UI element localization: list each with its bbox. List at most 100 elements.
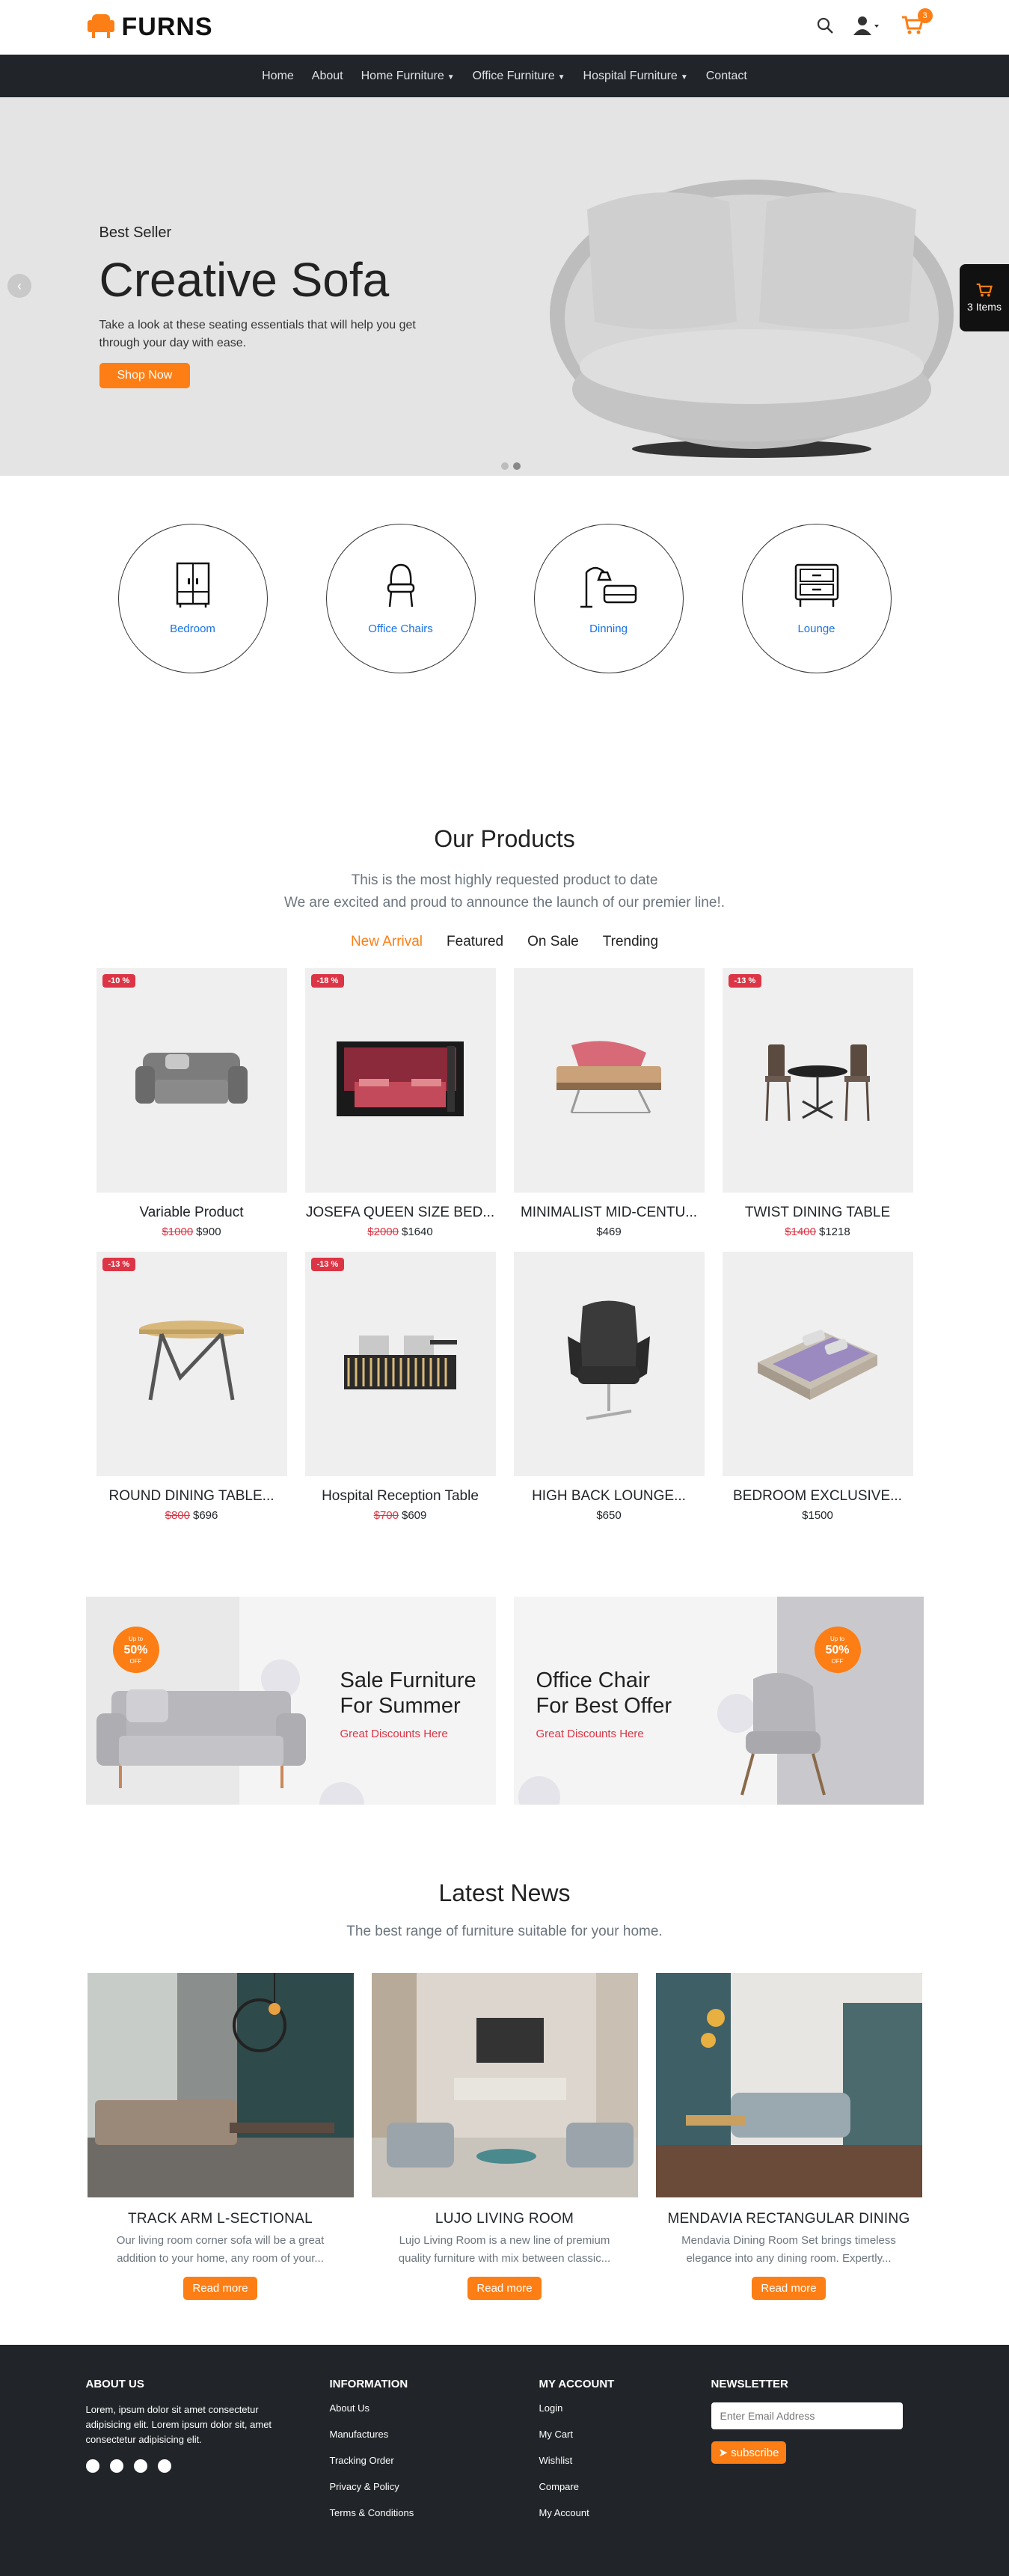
footer-link[interactable]: Privacy & Policy bbox=[330, 2481, 539, 2492]
footer-link[interactable]: Login bbox=[539, 2402, 711, 2414]
product-name[interactable]: JOSEFA QUEEN SIZE BED... bbox=[305, 1205, 496, 1221]
user-dropdown-icon[interactable] bbox=[853, 16, 882, 39]
read-more-button[interactable]: Read more bbox=[467, 2277, 542, 2300]
footer-link[interactable]: Wishlist bbox=[539, 2455, 711, 2466]
newsletter-email-input[interactable] bbox=[711, 2402, 903, 2429]
old-price: $800 bbox=[165, 1509, 190, 1522]
slider-prev-button[interactable]: ‹ bbox=[7, 274, 31, 298]
old-price: $700 bbox=[373, 1509, 399, 1522]
product-name[interactable]: Variable Product bbox=[96, 1205, 287, 1221]
nightstand-icon bbox=[793, 562, 841, 612]
current-price: $1640 bbox=[402, 1226, 433, 1238]
footer-link[interactable]: My Account bbox=[539, 2507, 711, 2518]
banner-link[interactable]: Great Discounts Here bbox=[536, 1728, 672, 1740]
footer-link[interactable]: Tracking Order bbox=[330, 2455, 539, 2466]
nav-item[interactable]: About bbox=[312, 70, 343, 83]
search-icon[interactable] bbox=[816, 16, 834, 38]
slider-dot[interactable] bbox=[501, 462, 509, 470]
current-price: $1218 bbox=[819, 1226, 850, 1238]
nav-item-label: Hospital Furniture bbox=[583, 69, 678, 82]
nav-item[interactable]: Home bbox=[262, 70, 294, 83]
nav-item[interactable]: Contact bbox=[706, 70, 747, 83]
cart-button[interactable]: 3 bbox=[901, 8, 933, 39]
product-name[interactable]: HIGH BACK LOUNGE... bbox=[514, 1488, 705, 1505]
banner-title-line-2: For Best Offer bbox=[536, 1694, 672, 1718]
read-more-button[interactable]: Read more bbox=[752, 2277, 826, 2300]
office-chair-image bbox=[740, 1673, 826, 1796]
news-card-description: Lujo Living Room is a new line of premiu… bbox=[398, 2234, 611, 2265]
top-header: FURNS 3 bbox=[0, 0, 1009, 55]
nav-item[interactable]: Hospital Furniture ▼ bbox=[583, 70, 688, 83]
youtube-icon[interactable] bbox=[157, 2459, 171, 2473]
news-image[interactable] bbox=[655, 1973, 922, 2197]
tab-trending[interactable]: Trending bbox=[603, 934, 658, 950]
tab-new-arrival[interactable]: New Arrival bbox=[351, 934, 423, 950]
promo-banner-summer[interactable]: Up to 50% OFF Sale Furniture For Summer Gr… bbox=[85, 1597, 496, 1805]
product-card[interactable]: -18 % JOSEFA QUEEN SIZE BED... $2000 $1640 bbox=[304, 968, 496, 1238]
product-name[interactable]: MINIMALIST MID-CENTU... bbox=[514, 1205, 705, 1221]
floating-cart-button[interactable]: 3 Items bbox=[960, 264, 1009, 331]
banner-link[interactable]: Great Discounts Here bbox=[340, 1728, 476, 1740]
product-card[interactable]: -10 % Variable Product $1000 $900 bbox=[96, 968, 287, 1238]
product-image[interactable]: -18 % bbox=[304, 968, 496, 1193]
product-card[interactable]: BEDROOM EXCLUSIVE... $1500 bbox=[722, 1252, 913, 1522]
news-card-title[interactable]: TRACK ARM L-SECTIONAL bbox=[88, 2211, 354, 2227]
product-name[interactable]: ROUND DINING TABLE... bbox=[96, 1488, 287, 1505]
footer-link[interactable]: Compare bbox=[539, 2481, 711, 2492]
product-image[interactable]: -13 % bbox=[304, 1252, 496, 1476]
twitter-icon[interactable] bbox=[109, 2459, 123, 2473]
news-card-title[interactable]: LUJO LIVING ROOM bbox=[372, 2211, 638, 2227]
product-price: $700 $609 bbox=[305, 1509, 496, 1522]
news-card-title[interactable]: MENDAVIA RECTANGULAR DINING bbox=[656, 2211, 922, 2227]
product-image[interactable] bbox=[513, 1252, 705, 1476]
tab-on-sale[interactable]: On Sale bbox=[527, 934, 579, 950]
category-lounge[interactable]: Lounge bbox=[741, 524, 892, 673]
category-bedroom[interactable]: Bedroom bbox=[117, 524, 268, 673]
facebook-icon[interactable] bbox=[85, 2459, 99, 2473]
news-image[interactable] bbox=[87, 1973, 354, 2197]
nav-item[interactable]: Office Furniture ▼ bbox=[473, 70, 565, 83]
product-name[interactable]: Hospital Reception Table bbox=[305, 1488, 496, 1505]
product-image[interactable] bbox=[722, 1252, 913, 1476]
product-card[interactable]: -13 % Hospital Reception Table $700 $609 bbox=[304, 1252, 496, 1522]
footer-link[interactable]: Manufactures bbox=[330, 2429, 539, 2440]
product-thumbnail bbox=[568, 1299, 650, 1430]
product-name[interactable]: TWIST DINING TABLE bbox=[723, 1205, 913, 1221]
cart-count-badge: 3 bbox=[917, 8, 933, 23]
product-card[interactable]: -13 % ROUND DINING TABLE... $800 $696 bbox=[96, 1252, 287, 1522]
product-card[interactable]: MINIMALIST MID-CENTU... $469 bbox=[513, 968, 705, 1238]
news-card: MENDAVIA RECTANGULAR DINING Mendavia Dini… bbox=[655, 1973, 922, 2300]
product-image[interactable]: -13 % bbox=[722, 968, 913, 1193]
lamp-sofa-icon bbox=[579, 562, 639, 612]
linkedin-icon[interactable] bbox=[133, 2459, 147, 2473]
subscribe-button[interactable]: ➤ subscribe bbox=[711, 2441, 787, 2464]
nav-item[interactable]: Home Furniture ▼ bbox=[361, 70, 455, 83]
category-label: Office Chairs bbox=[368, 622, 433, 635]
read-more-button[interactable]: Read more bbox=[183, 2277, 257, 2300]
product-image[interactable]: -10 % bbox=[96, 968, 287, 1193]
product-image[interactable]: -13 % bbox=[96, 1252, 287, 1476]
promo-banner-office-chair[interactable]: Up to 50% OFF Office Chair For Best Offer … bbox=[513, 1597, 924, 1805]
footer-link[interactable]: Terms & Conditions bbox=[330, 2507, 539, 2518]
shop-now-button[interactable]: Shop Now bbox=[99, 363, 191, 388]
chevron-down-icon: ▼ bbox=[680, 73, 688, 82]
products-subtitle-1: This is the most highly requested produc… bbox=[351, 872, 658, 888]
slider-dot-active[interactable] bbox=[513, 462, 521, 470]
category-dinning[interactable]: Dinning bbox=[533, 524, 684, 673]
footer-link[interactable]: About Us bbox=[330, 2402, 539, 2414]
product-card[interactable]: -13 % TWIST DINING TABLE $1400 $1218 bbox=[722, 968, 913, 1238]
product-name[interactable]: BEDROOM EXCLUSIVE... bbox=[723, 1488, 913, 1505]
product-image[interactable] bbox=[513, 968, 705, 1193]
nav-item-label: Home bbox=[262, 69, 294, 82]
product-card[interactable]: HIGH BACK LOUNGE... $650 bbox=[513, 1252, 705, 1522]
news-image[interactable] bbox=[371, 1973, 638, 2197]
category-office-chairs[interactable]: Office Chairs bbox=[325, 524, 476, 673]
old-price: $1000 bbox=[162, 1226, 194, 1238]
cart-icon bbox=[976, 283, 993, 297]
footer-link[interactable]: My Cart bbox=[539, 2429, 711, 2440]
current-price: $900 bbox=[196, 1226, 221, 1238]
products-subtitle-2: We are excited and proud to announce the… bbox=[283, 895, 726, 911]
hero-description: Take a look at these seating essentials … bbox=[99, 319, 416, 349]
brand-logo[interactable]: FURNS bbox=[86, 11, 213, 43]
tab-featured[interactable]: Featured bbox=[447, 934, 503, 950]
